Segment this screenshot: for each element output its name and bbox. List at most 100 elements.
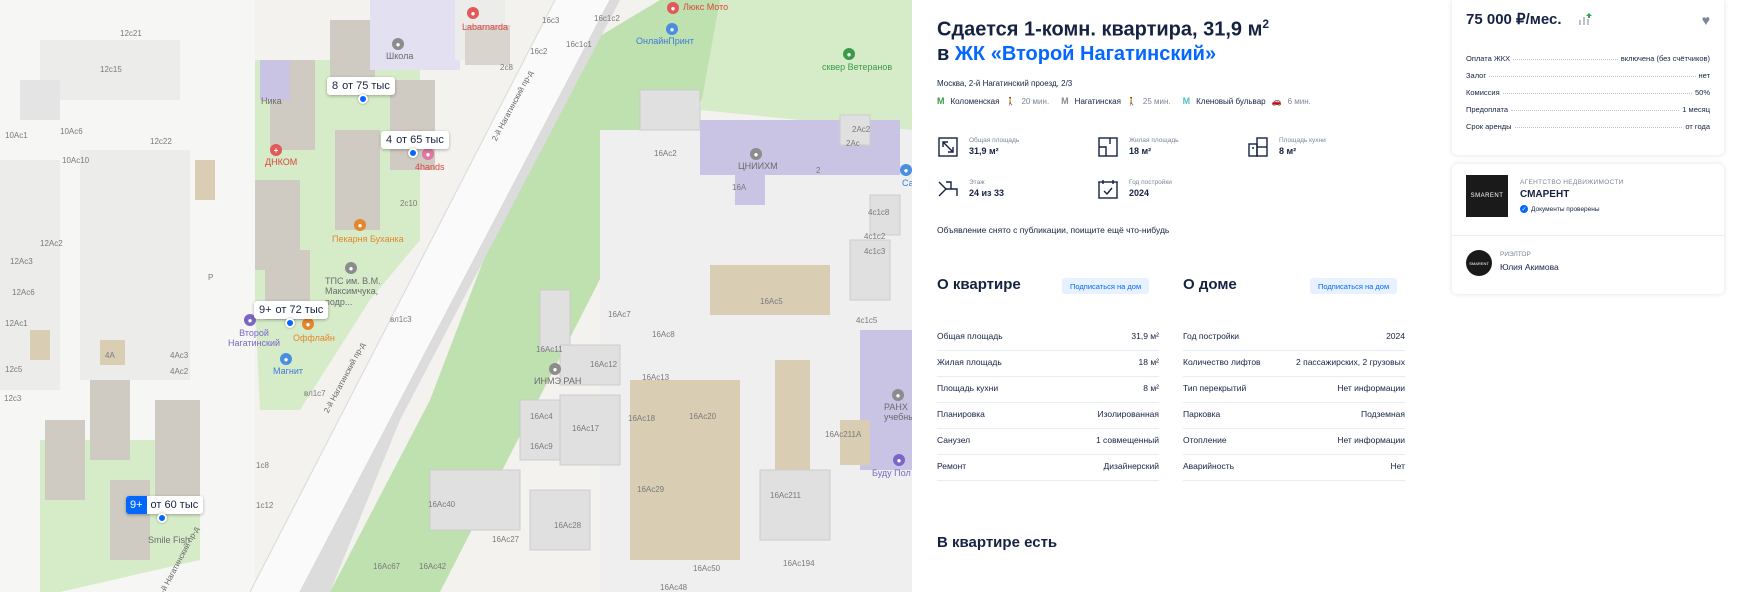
map-label: 4c1c3	[864, 247, 886, 256]
price-pin-count: 9+	[126, 496, 147, 514]
map-label: 16Ac48	[660, 583, 688, 592]
price-pin[interactable]: 9+ от 72 тыс	[254, 301, 329, 319]
poi-smile-fish[interactable]: Smile Fish	[148, 535, 190, 545]
metro-station[interactable]: Коломенская	[951, 97, 1000, 106]
realtor-name[interactable]: Юлия Акимова	[1500, 262, 1559, 272]
map-label: 16Ac67	[373, 562, 401, 571]
bakery-icon: ●	[354, 219, 366, 231]
map-label: 10Ac10	[62, 156, 90, 165]
beauty-icon: ●	[422, 148, 434, 160]
term-row: Предоплата 1 месяц	[1466, 105, 1710, 114]
map-label: 12c22	[150, 137, 172, 146]
kitchen-area-icon	[1248, 137, 1268, 157]
subscribe-house-button[interactable]: Подписаться на дом	[1310, 278, 1398, 294]
map-label: 16Ac17	[572, 424, 600, 433]
listing-content: Сдается 1-комн. квартира, 31,9 м2 в ЖК «…	[937, 0, 1417, 592]
metro-station[interactable]: Нагатинская	[1075, 97, 1121, 106]
map-label: 4c1c2	[864, 232, 886, 241]
map-label: 12Ac6	[12, 288, 35, 297]
price-pin[interactable]: 8 от 75 тыс	[327, 77, 395, 95]
complex-link[interactable]: ЖК «Второй Нагатинский»	[955, 43, 1216, 65]
poi-ranh[interactable]: РАНХ учебный	[884, 402, 912, 423]
poi-vtoroy-nagatinsky[interactable]: Второй Нагатинский	[228, 328, 280, 349]
price-pin-count: 8	[332, 80, 339, 92]
map-label: 16Ac211	[770, 491, 801, 500]
map-label: 16c2	[530, 47, 548, 56]
price: 75 000 ₽/мес.	[1466, 11, 1562, 28]
poi-magnit[interactable]: Магнит	[273, 366, 303, 376]
table-row: Санузел 1 совмещенный	[937, 429, 1159, 455]
about-flat-title: О квартире	[937, 276, 1021, 293]
listing-subtitle: в ЖК «Второй Нагатинский»	[937, 43, 1217, 65]
poi-budu[interactable]: Буду Пол	[872, 468, 911, 478]
location-pin-icon[interactable]	[408, 148, 418, 158]
price-card: 75 000 ₽/мес. ♥ Оплата ЖКХ включена (без …	[1452, 0, 1724, 155]
map-label: вл1c3	[390, 315, 412, 324]
price-pin-active[interactable]: 9+ от 60 тыс	[126, 496, 204, 514]
restaurant-icon: ●	[467, 7, 479, 19]
map-label: 1c8	[256, 461, 269, 470]
poi-onlayn-print[interactable]: ОнлайнПринт	[636, 36, 694, 46]
institute-icon: ●	[750, 148, 762, 160]
metro-time: 6 мин.	[1287, 96, 1311, 106]
poi-pekarnya[interactable]: Пекарня Буханка	[332, 234, 404, 244]
map-label: 2c10	[400, 199, 418, 208]
poi-nika[interactable]: Ника	[261, 96, 282, 106]
metro-icon: M	[937, 96, 945, 106]
poi-tps[interactable]: ТПС им. В.М. Максимчука, подр...	[325, 276, 381, 307]
price-pin-price: от 72 тыс	[275, 304, 324, 316]
agency-logo[interactable]: SMARENT	[1466, 175, 1508, 217]
location-pin-icon[interactable]	[157, 513, 167, 523]
about-flat-table: Общая площадь 31,9 м² Жилая площадь 18 м² …	[937, 325, 1159, 481]
location-pin-icon[interactable]	[285, 318, 295, 328]
poi-luks-moto[interactable]: Люкс Мото	[683, 2, 728, 12]
floor-icon	[938, 181, 958, 197]
poi-inmz[interactable]: ИНМЭ РАН	[534, 376, 581, 386]
poi-4hands[interactable]: 4hands	[415, 162, 445, 172]
avatar[interactable]: SMARENT	[1466, 250, 1492, 276]
poi-offlayn[interactable]: Оффлайн	[293, 333, 335, 343]
agency-name[interactable]: СМАРЕНТ	[1520, 189, 1569, 200]
total-area-icon	[938, 137, 958, 157]
map-label: 10Ac1	[5, 131, 28, 140]
table-row: Планировка Изолированная	[937, 403, 1159, 429]
address[interactable]: Москва, 2-й Нагатинский проезд, 2/3	[937, 79, 1072, 88]
fact-kitchen-area: Площадь кухни 8 м²	[1247, 136, 1326, 158]
table-row: Тип перекрытий Нет информации	[1183, 377, 1405, 403]
metro-station[interactable]: Кленовый бульвар	[1196, 97, 1265, 106]
realtor-caption: РИЭЛТОР	[1500, 251, 1531, 258]
subscribe-house-button[interactable]: Подписаться на дом	[1062, 278, 1150, 294]
shop-icon: ●	[280, 353, 292, 365]
price-pin[interactable]: 4 от 65 тыс	[381, 131, 449, 149]
map-label: 12c5	[5, 365, 23, 374]
favorite-heart-icon[interactable]: ♥	[1702, 12, 1710, 28]
map-label: 16А	[732, 183, 747, 192]
poi-tsniikhm[interactable]: ЦНИИХМ	[738, 161, 778, 171]
listing-title: Сдается 1-комн. квартира, 31,9 м2	[937, 17, 1270, 41]
price-history-icon[interactable]	[1578, 13, 1592, 25]
map-label: 4А	[105, 351, 115, 360]
about-house-table: Год постройки 2024 Количество лифтов 2 пас…	[1183, 325, 1405, 481]
map-label: 16Ac2	[654, 149, 677, 158]
poi-shkola[interactable]: Школа	[386, 51, 413, 61]
map[interactable]: 12c21 12c15 10Ac1 10Ac6 10Ac10 12c22 12A…	[0, 0, 912, 592]
term-row: Комиссия 50%	[1466, 88, 1710, 97]
living-area-icon	[1098, 137, 1118, 157]
map-label: 2Ac	[846, 139, 860, 148]
poi-dnkom[interactable]: ДНКОМ	[265, 157, 297, 167]
divider	[1452, 235, 1724, 236]
map-label: 16Ac9	[530, 442, 553, 451]
location-pin-icon[interactable]	[358, 94, 368, 104]
price-pin-price: от 75 тыс	[342, 80, 390, 92]
map-label: 16Ac42	[419, 562, 447, 571]
poi-labarnarda[interactable]: Labarnarda	[462, 22, 508, 32]
price-pin-count: 9+	[259, 304, 272, 316]
map-label: 10Ac6	[60, 127, 83, 136]
map-label: 4c1c8	[868, 208, 890, 217]
table-row: Площадь кухни 8 м²	[937, 377, 1159, 403]
map-label: 12Ac3	[10, 257, 33, 266]
moto-icon: ●	[667, 2, 679, 14]
poi-skver[interactable]: сквер Ветеранов	[822, 62, 892, 72]
map-label: вл1c7	[304, 389, 326, 398]
poi-sa[interactable]: Са	[902, 178, 912, 188]
